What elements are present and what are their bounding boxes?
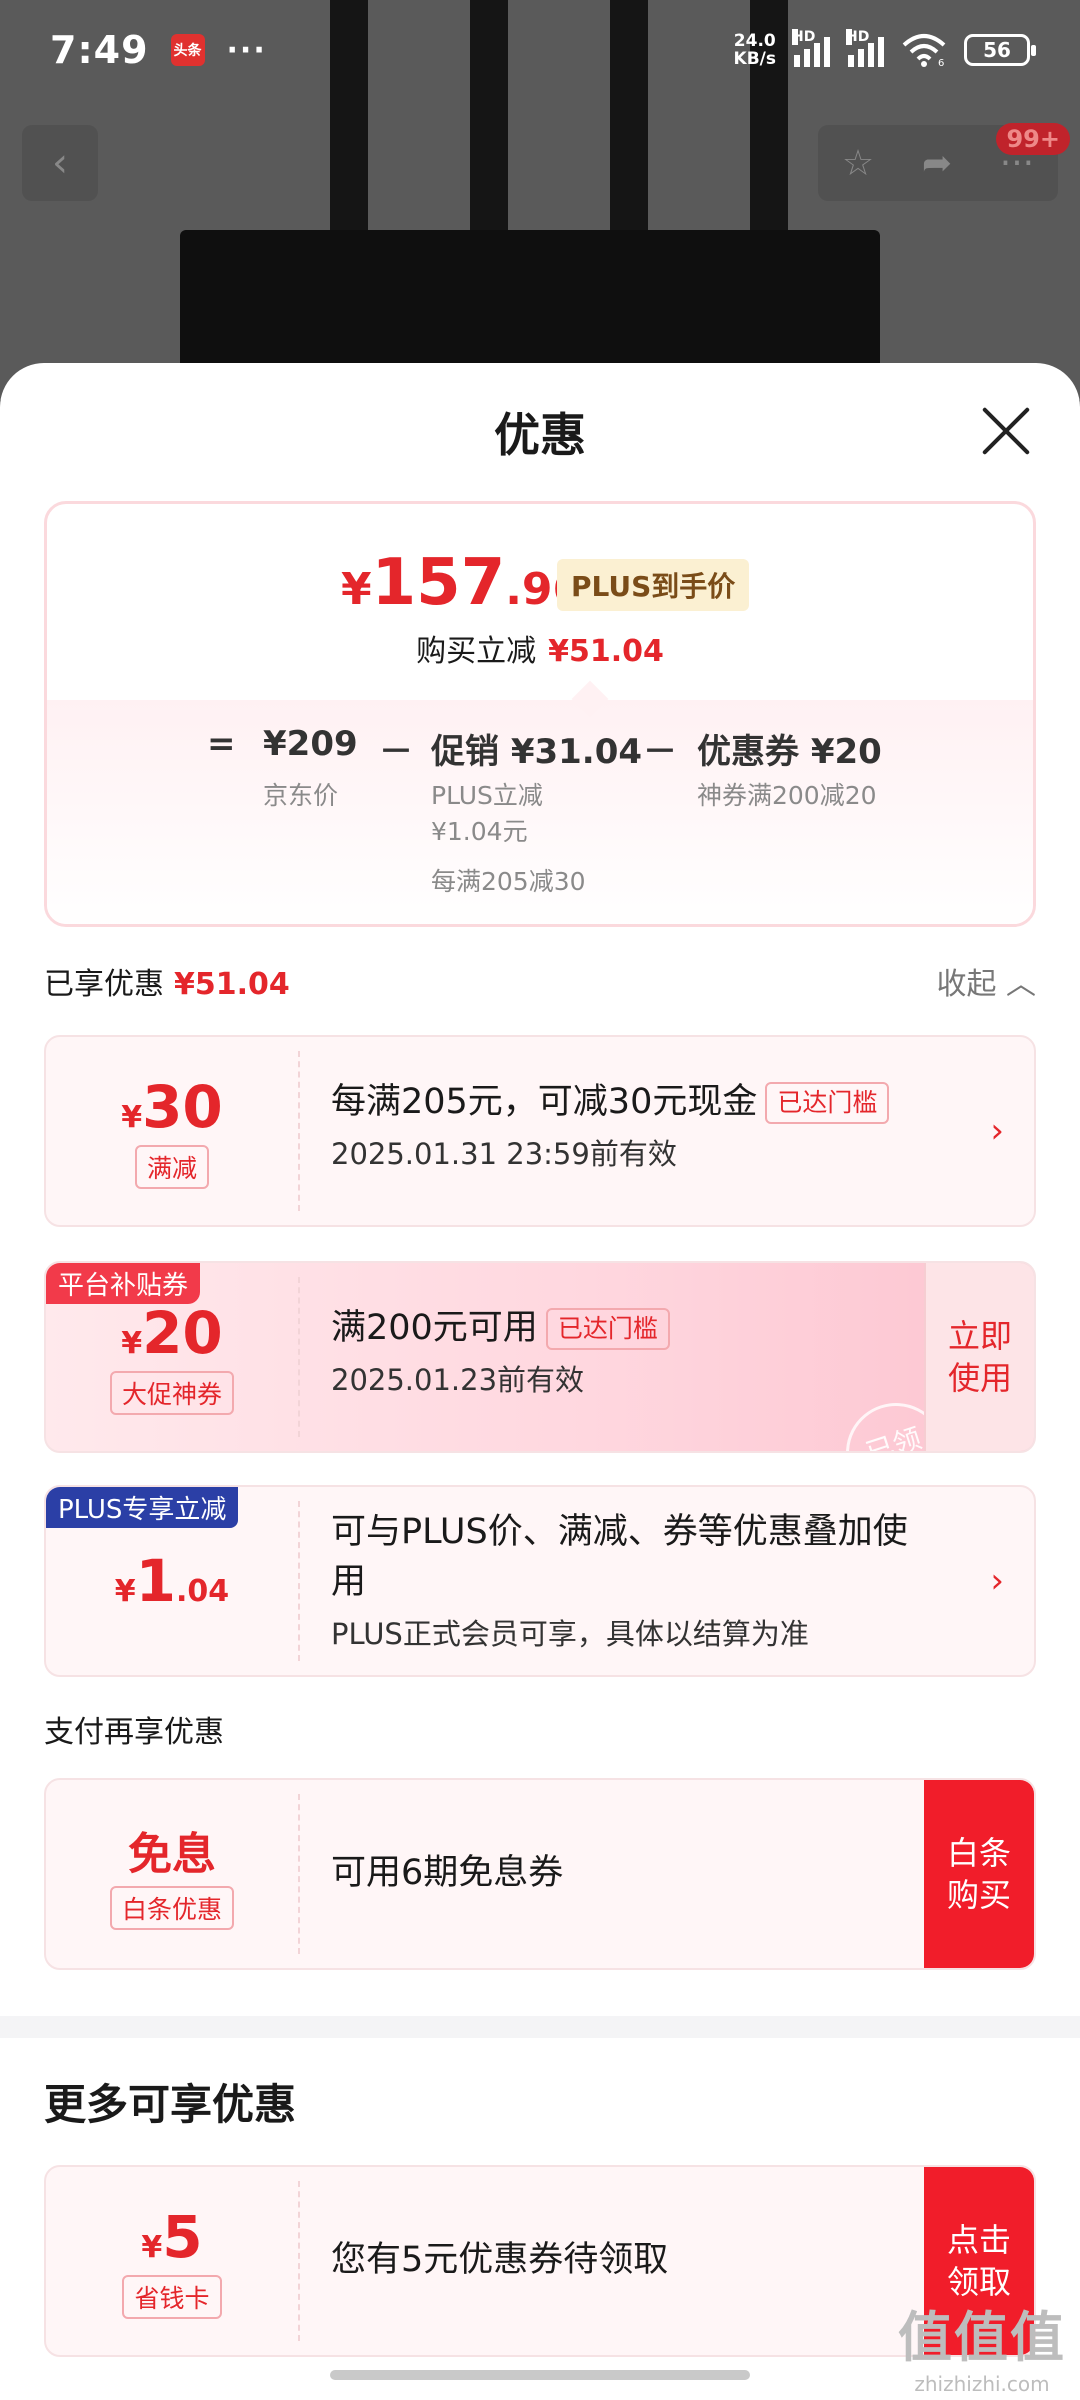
chevron-right-icon: ›: [990, 1111, 1004, 1151]
coupon-title: 可用6期免息券: [331, 1853, 564, 1893]
price-currency: ¥: [341, 564, 372, 615]
collapse-label: 收起: [936, 967, 997, 1002]
status-time: 7:49: [50, 28, 149, 72]
minus-sign: －: [379, 732, 413, 772]
final-price: ¥ 157 .96: [341, 546, 583, 620]
close-button[interactable]: [978, 403, 1034, 459]
section-divider: [0, 2016, 1080, 2038]
promo-detail-plus: PLUS立减: [431, 781, 543, 810]
wifi-icon: 6: [902, 34, 946, 67]
price-integer: 157: [371, 546, 506, 620]
price-summary-card: ¥ 157 .96 PLUS到手价 购买立减 ¥51.04 = ¥209 京东价 …: [44, 501, 1036, 927]
product-top-nav: ‹ ☆ ➦ ··· 99+: [22, 123, 1070, 201]
back-button[interactable]: ‹: [22, 125, 98, 201]
coupon-note: PLUS正式会员可享，具体以结算为准: [331, 1617, 809, 1651]
saving-label: 购买立减: [416, 634, 537, 669]
baitiao-interest-free-coupon[interactable]: 免息 白条优惠 可用6期免息券 白条 购买: [44, 1778, 1036, 1970]
coupon-amount: ¥ 5: [141, 2203, 202, 2271]
coupon-value: 5: [162, 2203, 203, 2271]
chevron-up-icon: ︿: [1006, 967, 1036, 1002]
coupon-amount: ¥ 30: [121, 1073, 223, 1141]
coupon-title: 您有5元优惠券待领取: [331, 2240, 669, 2280]
battery-icon: 56: [964, 34, 1036, 66]
watermark-url: zhizhizhi.com: [914, 2372, 1050, 2396]
coupon-currency: ¥: [114, 1574, 136, 1609]
coupon-title: 可与PLUS价、满减、券等优惠叠加使用: [331, 1512, 908, 1602]
home-indicator[interactable]: [330, 2370, 750, 2380]
minus-sign: －: [643, 732, 677, 772]
coupon-value: 1: [135, 1547, 177, 1615]
cell-signal-icon: HD: [846, 29, 884, 67]
full-reduction-coupon[interactable]: ¥ 30 满减 每满205元，可减30元现金 已达门槛 2025.01.31 23…: [44, 1035, 1036, 1227]
equals-sign: =: [207, 724, 236, 764]
sheet-title: 优惠: [494, 408, 586, 462]
status-bar: 7:49 头条 ··· 24.0 KB/s HD HD 6 56: [0, 0, 1080, 100]
payment-offers-label: 支付再享优惠: [44, 1715, 224, 1750]
coupon-amount: ¥ 1 .04: [115, 1547, 229, 1615]
promo-detail-full-reduction: 每满205减30: [431, 867, 586, 896]
plus-price-tag: PLUS到手价: [557, 559, 750, 611]
site-watermark: 值值值 zhizhizhi.com: [898, 2293, 1066, 2396]
favorite-icon[interactable]: ☆: [842, 143, 874, 184]
enjoyed-label: 已享优惠: [44, 967, 164, 1002]
watermark-logo: 值值值: [898, 2306, 1066, 2369]
jd-price-label: 京东价: [263, 781, 339, 810]
promo-detail-plus-amount: ¥1.04元: [431, 817, 528, 846]
coupon-currency: ¥: [121, 1100, 143, 1135]
more-notifications-icon: ···: [226, 32, 267, 68]
coupon-currency: ¥: [121, 1326, 143, 1361]
coupon-value: 20: [142, 1299, 223, 1367]
discount-sheet: 优惠 ¥ 157 .96 PLUS到手价 购买立减 ¥51.04 = ¥209 京…: [0, 363, 1080, 2400]
hd-label: HD: [792, 29, 816, 45]
coupon-type-tag: 大促神券: [109, 1371, 234, 1415]
jd-price: ¥209: [263, 724, 358, 764]
toutiao-app-icon: 头条: [170, 34, 205, 66]
interest-free-label: 免息: [128, 1829, 216, 1880]
chevron-right-icon: ›: [990, 1561, 1004, 1601]
coupon-currency: ¥: [141, 2230, 163, 2265]
coupon-validity: 2025.01.23前有效: [331, 1363, 585, 1397]
cell-signal-icon: HD: [792, 29, 830, 67]
threshold-reached-badge: 已达门槛: [765, 1082, 890, 1124]
coupon-validity: 2025.01.31 23:59前有效: [331, 1137, 677, 1171]
message-count-badge: 99+: [996, 123, 1070, 155]
coupon-amount: ¥ 20: [121, 1299, 223, 1367]
instant-saving: 购买立减 ¥51.04: [47, 626, 1033, 670]
coupon-value: 30: [142, 1073, 223, 1141]
collapse-toggle[interactable]: 收起 ︿: [936, 959, 1036, 1003]
svg-text:6: 6: [938, 58, 944, 67]
plus-exclusive-coupon[interactable]: PLUS专享立减 ¥ 1 .04 可与PLUS价、满减、券等优惠叠加使用 PLU…: [44, 1485, 1036, 1677]
network-speed: 24.0 KB/s: [734, 32, 776, 68]
coupon-decimal: .04: [176, 1574, 230, 1609]
coupon-type-tag: 省钱卡: [122, 2275, 222, 2319]
threshold-reached-badge: 已达门槛: [545, 1308, 670, 1350]
saving-card-coupon[interactable]: ¥ 5 省钱卡 您有5元优惠券待领取 点击 领取: [44, 2165, 1036, 2357]
coupon-title: 满200元可用: [331, 1308, 538, 1348]
use-now-button[interactable]: 立即 使用: [924, 1263, 1034, 1451]
coupon-detail: 神券满200减20: [697, 781, 877, 810]
enjoyed-amount: ¥51.04: [174, 967, 290, 1002]
coupon-title: 每满205元，可减30元现金: [331, 1082, 758, 1122]
share-icon[interactable]: ➦: [922, 143, 952, 184]
coupon-type-tag: 满减: [134, 1145, 209, 1189]
enjoyed-discounts-row: 已享优惠 ¥51.04 收起 ︿: [44, 959, 1036, 1009]
net-speed-value: 24.0: [733, 31, 776, 51]
net-speed-unit: KB/s: [733, 49, 776, 69]
more-offers-title: 更多可享优惠: [44, 2080, 297, 2129]
price-breakdown: = ¥209 京东价 － 促销 ¥31.04 PLUS立减 ¥1.04元 每满2…: [47, 700, 1033, 924]
promo-discount: 促销 ¥31.04: [431, 732, 643, 772]
platform-subsidy-coupon[interactable]: 平台补贴券 ¥ 20 大促神券 满200元可用 已达门槛 2025.01.23前有…: [44, 1261, 1036, 1453]
saving-amount: ¥51.04: [548, 634, 664, 669]
hd-label: HD: [846, 29, 870, 45]
baitiao-buy-button[interactable]: 白条 购买: [924, 1780, 1034, 1968]
coupon-discount: 优惠券 ¥20: [697, 732, 882, 772]
coupon-type-tag: 白条优惠: [109, 1886, 234, 1930]
